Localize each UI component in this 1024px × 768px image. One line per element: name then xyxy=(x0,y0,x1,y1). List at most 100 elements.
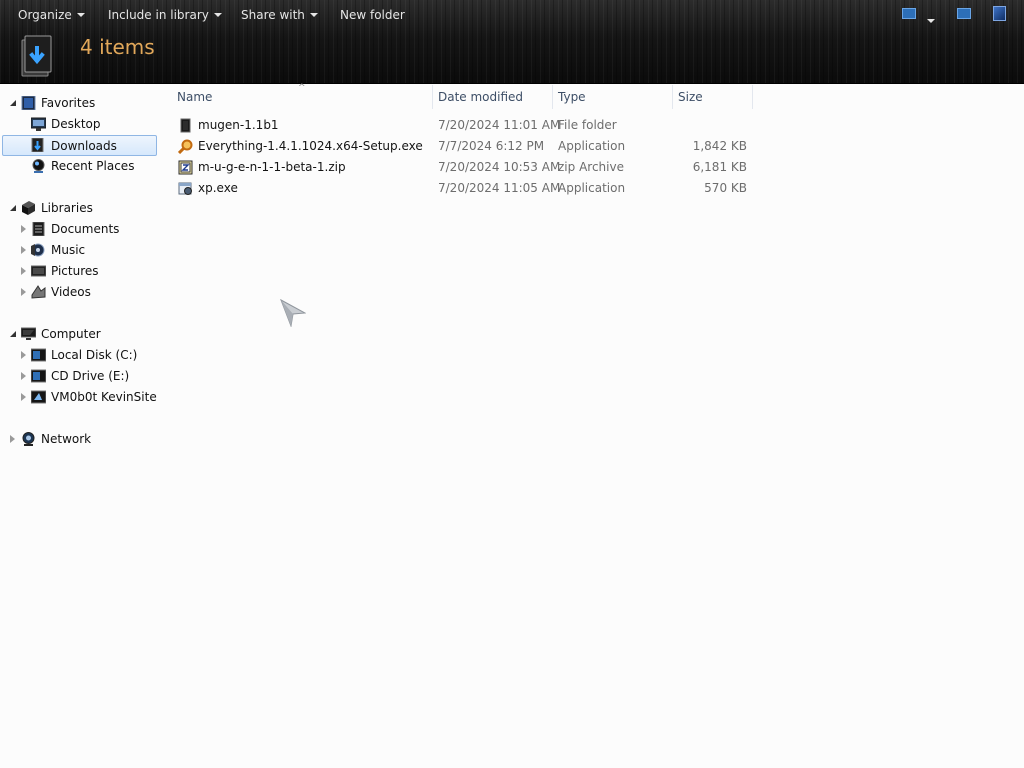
include-in-library-button[interactable]: Include in library xyxy=(108,7,222,23)
collapse-arrow-icon xyxy=(21,267,26,275)
nav-item-network-drive[interactable]: VM0b0t KevinSite xyxy=(0,387,160,408)
computer-icon xyxy=(21,327,36,340)
file-row-mugen-zip[interactable]: m-u-g-e-n-1-1-beta-1.zip 7/20/2024 10:53… xyxy=(173,157,763,178)
column-size-label: Size xyxy=(678,90,703,104)
nav-item-local-disk[interactable]: Local Disk (C:) xyxy=(0,345,160,366)
file-type: File folder xyxy=(558,118,617,132)
network-icon xyxy=(22,432,35,446)
expand-arrow-icon xyxy=(10,205,16,211)
preview-pane-icon xyxy=(957,8,971,19)
share-with-button[interactable]: Share with xyxy=(241,7,318,23)
nav-libraries[interactable]: Libraries xyxy=(0,198,160,219)
column-divider[interactable] xyxy=(552,85,553,109)
preview-pane-button[interactable] xyxy=(957,8,971,26)
nav-item-downloads[interactable]: Downloads xyxy=(2,135,157,156)
chevron-down-icon xyxy=(927,19,935,23)
view-options-dropdown[interactable] xyxy=(927,12,935,30)
command-bar: Organize Include in library Share with N… xyxy=(0,0,1024,30)
pictures-icon xyxy=(31,265,46,277)
organize-button[interactable]: Organize xyxy=(18,7,85,23)
new-folder-button[interactable]: New folder xyxy=(340,7,405,23)
expand-arrow-icon xyxy=(10,331,16,337)
nav-computer[interactable]: Computer xyxy=(0,324,160,345)
column-header-type[interactable]: Type xyxy=(558,85,670,109)
navigation-pane: Favorites Desktop Downloads Recent Place… xyxy=(0,85,165,768)
file-row-mugen-folder[interactable]: mugen-1.1b1 7/20/2024 11:01 AM File fold… xyxy=(173,115,763,136)
file-type: Application xyxy=(558,139,626,153)
file-size: 570 KB xyxy=(704,181,747,195)
collapse-arrow-icon xyxy=(21,351,26,359)
file-type: Application xyxy=(558,181,626,195)
organize-label: Organize xyxy=(18,8,72,22)
column-divider[interactable] xyxy=(752,85,753,109)
help-button[interactable] xyxy=(993,6,1006,24)
view-options-button[interactable] xyxy=(902,8,916,26)
nav-item-label: Local Disk (C:) xyxy=(51,348,138,362)
collapse-arrow-icon xyxy=(21,225,26,233)
file-size: 6,181 KB xyxy=(692,160,747,174)
nav-item-videos[interactable]: Videos xyxy=(0,282,160,303)
file-row-xp-exe[interactable]: xp.exe 7/20/2024 11:05 AM Application 57… xyxy=(173,178,763,199)
column-header-date[interactable]: Date modified xyxy=(438,85,550,109)
nav-item-label: Desktop xyxy=(51,117,101,131)
nav-item-recent-places[interactable]: Recent Places xyxy=(0,156,160,177)
file-date: 7/7/2024 6:12 PM xyxy=(438,139,545,153)
magnifier-app-icon xyxy=(178,139,193,154)
cd-drive-icon xyxy=(31,369,46,383)
videos-icon xyxy=(31,285,46,299)
column-divider[interactable] xyxy=(672,85,673,109)
mouse-cursor-icon xyxy=(280,299,306,327)
column-header-size[interactable]: Size xyxy=(678,85,750,109)
include-in-library-label: Include in library xyxy=(108,8,209,22)
favorites-star-icon xyxy=(21,96,36,110)
desktop-icon xyxy=(31,117,46,131)
nav-network-label: Network xyxy=(41,432,92,446)
nav-item-cd-drive[interactable]: CD Drive (E:) xyxy=(0,366,160,387)
nav-favorites[interactable]: Favorites xyxy=(0,93,160,114)
chevron-down-icon xyxy=(76,12,85,17)
nav-item-label: Documents xyxy=(51,222,120,236)
collapse-arrow-icon xyxy=(21,288,26,296)
column-divider[interactable] xyxy=(432,85,433,109)
nav-network[interactable]: Network xyxy=(0,429,160,450)
expand-arrow-icon xyxy=(10,100,16,106)
file-name: m-u-g-e-n-1-1-beta-1.zip xyxy=(198,160,346,174)
nav-item-label: Music xyxy=(51,243,86,257)
file-name: mugen-1.1b1 xyxy=(198,118,279,132)
file-size: 1,842 KB xyxy=(692,139,747,153)
column-name-label: Name xyxy=(177,90,213,104)
collapse-arrow-icon xyxy=(21,246,26,254)
libraries-icon xyxy=(22,201,35,215)
nav-item-label: VM0b0t KevinSite xyxy=(51,390,157,404)
zip-archive-icon xyxy=(178,160,193,175)
collapse-arrow-icon xyxy=(21,372,26,380)
nav-item-documents[interactable]: Documents xyxy=(0,219,160,240)
recent-places-icon xyxy=(32,159,45,173)
share-with-label: Share with xyxy=(241,8,305,22)
file-date: 7/20/2024 11:01 AM xyxy=(438,118,561,132)
chevron-down-icon xyxy=(213,12,222,17)
collapse-arrow-icon xyxy=(10,435,15,443)
sort-ascending-icon: ^ xyxy=(298,83,306,93)
file-name: xp.exe xyxy=(198,181,238,195)
music-icon xyxy=(31,243,45,257)
nav-favorites-label: Favorites xyxy=(41,96,96,110)
nav-item-label: Downloads xyxy=(51,139,117,153)
downloads-icon xyxy=(31,138,44,152)
nav-item-label: Recent Places xyxy=(51,159,135,173)
nav-item-pictures[interactable]: Pictures xyxy=(0,261,160,282)
nav-item-music[interactable]: Music xyxy=(0,240,160,261)
collapse-arrow-icon xyxy=(21,393,26,401)
nav-item-desktop[interactable]: Desktop xyxy=(0,114,160,135)
nav-item-label: Videos xyxy=(51,285,91,299)
file-name: Everything-1.4.1.1024.x64-Setup.exe xyxy=(198,139,423,153)
downloads-folder-icon xyxy=(21,35,52,77)
explorer-header: Organize Include in library Share with N… xyxy=(0,0,1024,84)
help-icon xyxy=(993,6,1006,21)
chevron-down-icon xyxy=(309,12,318,17)
new-folder-label: New folder xyxy=(340,8,405,22)
file-row-everything-setup[interactable]: Everything-1.4.1.1024.x64-Setup.exe 7/7/… xyxy=(173,136,763,157)
network-drive-icon xyxy=(31,390,46,404)
file-list-view: Name ^ Date modified Type Size mugen-1.1… xyxy=(165,83,1024,768)
application-icon xyxy=(178,182,192,195)
